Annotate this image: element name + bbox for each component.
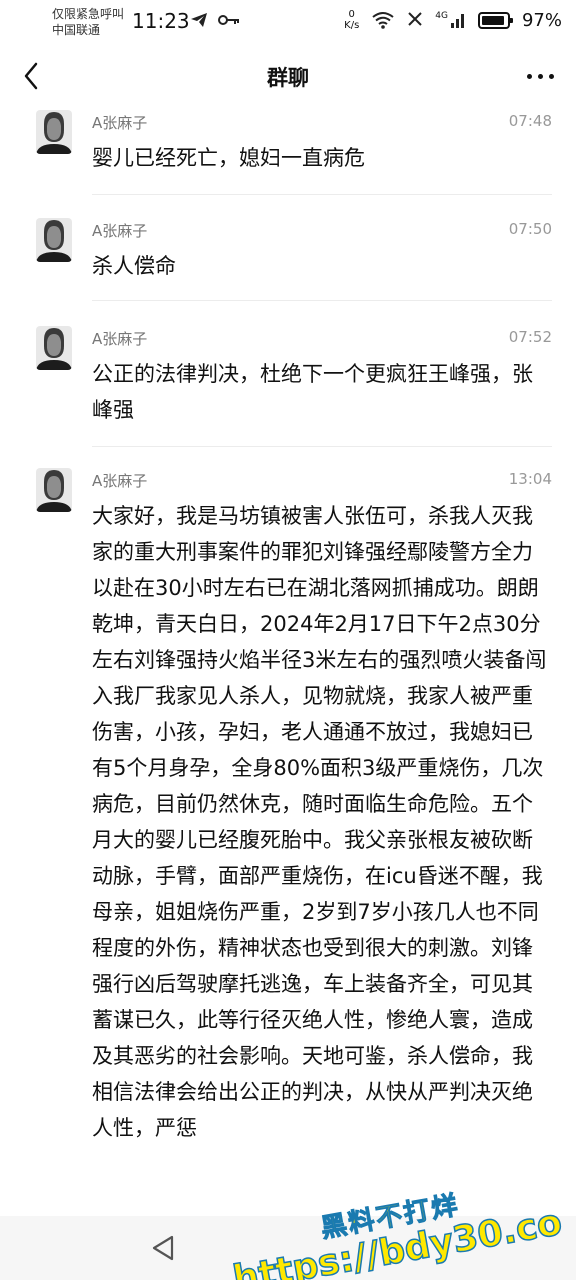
message-time: 07:50 bbox=[508, 220, 552, 238]
divider bbox=[92, 446, 552, 447]
net-speed: 0 K/s bbox=[344, 9, 360, 31]
signal-4g: 4G bbox=[435, 12, 466, 28]
message-time: 13:04 bbox=[508, 470, 552, 488]
avatar-photo bbox=[36, 218, 72, 262]
avatar[interactable] bbox=[36, 218, 72, 262]
triangle-back-icon bbox=[152, 1235, 174, 1261]
avatar[interactable] bbox=[36, 468, 72, 512]
sender-name: A张麻子 bbox=[92, 330, 148, 348]
status-right-icons: 0 K/s 4G 97% bbox=[344, 9, 562, 31]
sender-name: A张麻子 bbox=[92, 114, 148, 132]
system-nav-bar bbox=[0, 1216, 576, 1280]
carrier-line1: 仅限紧急呼叫 bbox=[52, 7, 125, 21]
page-title: 群聊 bbox=[267, 66, 309, 90]
divider bbox=[92, 194, 552, 195]
status-bar: 仅限紧急呼叫 中国联通 11:23 0 K/s 4G 97% bbox=[0, 0, 576, 44]
avatar-photo bbox=[36, 326, 72, 370]
signal-off-icon bbox=[408, 12, 422, 26]
wifi-icon bbox=[372, 12, 394, 29]
message-text: 婴儿已经死亡，媳妇一直病危 bbox=[92, 146, 365, 170]
message-item[interactable]: A张麻子 07:48 婴儿已经死亡，媳妇一直病危 bbox=[0, 106, 576, 196]
battery-percent: 97% bbox=[521, 9, 562, 31]
message-item[interactable]: A张麻子 07:50 杀人偿命 bbox=[0, 214, 576, 304]
telegram-icon bbox=[191, 13, 207, 27]
key-icon bbox=[218, 15, 239, 25]
avatar-photo bbox=[36, 110, 72, 154]
more-dots-icon bbox=[526, 73, 532, 79]
message-text: 杀人偿命 bbox=[92, 254, 176, 278]
message-item[interactable]: A张麻子 13:04 大家好，我是马坊镇被害人张伍可，杀我人灭我家的重大刑事案件… bbox=[0, 464, 576, 1216]
more-button[interactable] bbox=[522, 66, 558, 86]
battery-icon bbox=[477, 11, 513, 29]
title-bar: 群聊 bbox=[0, 48, 576, 106]
status-left-icons bbox=[190, 12, 240, 28]
avatar[interactable] bbox=[36, 326, 72, 370]
message-text: 公正的法律判决，杜绝下一个更疯狂王峰强，张峰强 bbox=[92, 362, 533, 422]
avatar[interactable] bbox=[36, 110, 72, 154]
nav-back-button[interactable] bbox=[150, 1234, 176, 1266]
sender-name: A张麻子 bbox=[92, 472, 148, 490]
sender-name: A张麻子 bbox=[92, 222, 148, 240]
carrier-info: 仅限紧急呼叫 中国联通 bbox=[52, 6, 124, 38]
signal-bars-icon bbox=[450, 14, 464, 28]
message-time: 07:48 bbox=[508, 112, 552, 130]
status-time: 11:23 bbox=[132, 9, 190, 33]
message-time: 07:52 bbox=[508, 328, 552, 346]
message-item[interactable]: A张麻子 07:52 公正的法律判决，杜绝下一个更疯狂王峰强，张峰强 bbox=[0, 322, 576, 447]
message-text: 大家好，我是马坊镇被害人张伍可，杀我人灭我家的重大刑事案件的罪犯刘锋强经鄢陵警方… bbox=[92, 504, 547, 1140]
divider bbox=[92, 300, 552, 301]
avatar-photo bbox=[36, 468, 72, 512]
carrier-line2: 中国联通 bbox=[52, 23, 101, 37]
